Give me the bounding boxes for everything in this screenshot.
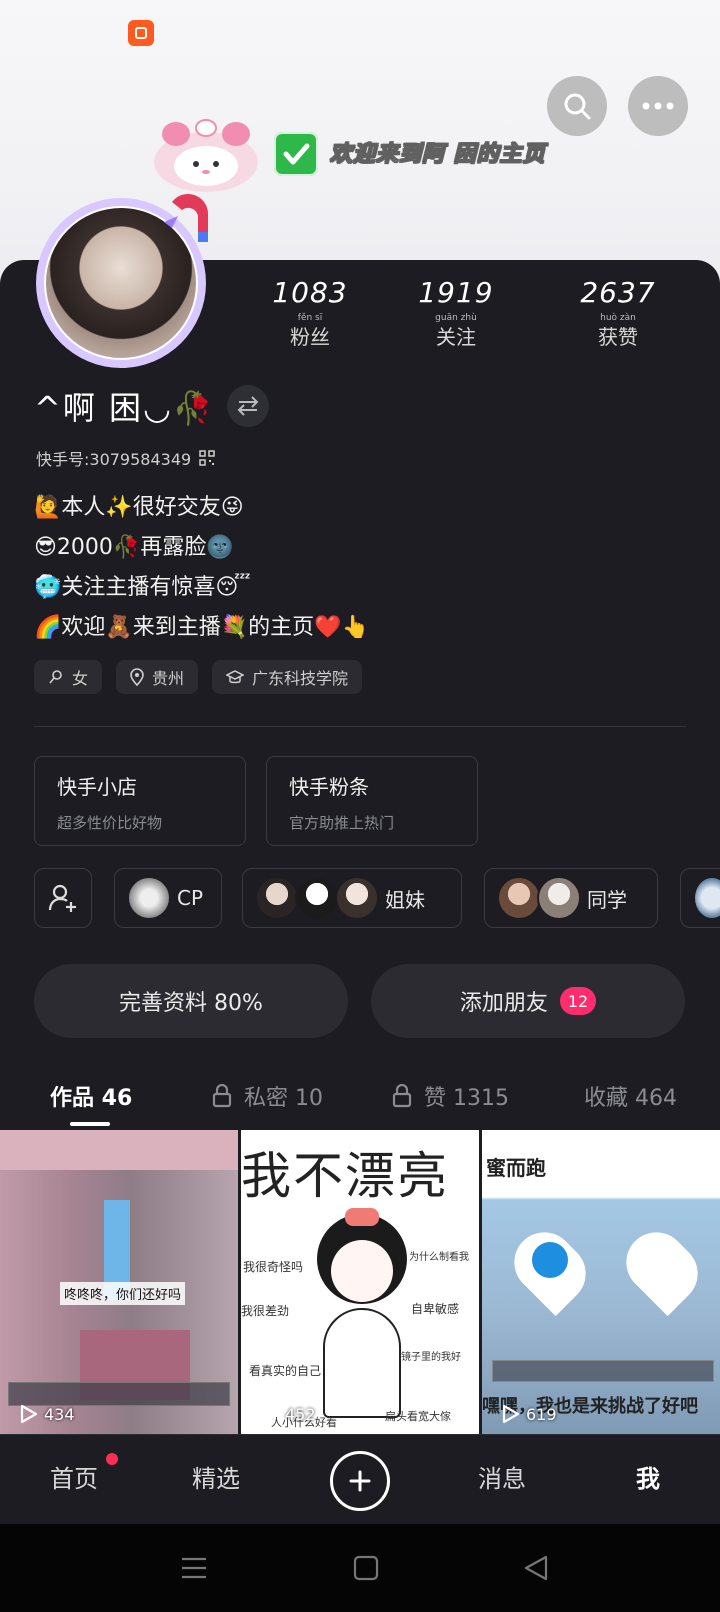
home-icon[interactable] [352,1554,380,1582]
user-id[interactable]: 快手号:3079584349 [36,446,215,470]
search-icon [564,93,591,120]
complete-profile-button[interactable]: 完善资料 80% [34,964,348,1038]
more-button[interactable] [628,76,688,136]
welcome-banner: 欢迎来到阿 困的主页 [146,114,566,194]
swap-icon [237,396,259,416]
tab-liked[interactable]: 赞 1315 [392,1080,509,1112]
play-count: 434 [20,1404,75,1424]
avatar [497,876,541,920]
play-count: 619 [502,1404,557,1424]
active-tab-indicator [70,1122,110,1126]
content-tabs: 作品 46 私密 10 赞 1315 收藏 464 [0,1070,720,1130]
username: ^啊 困◡🥀 [34,389,215,427]
play-icon [20,1404,38,1424]
nav-me[interactable]: 我 [608,1459,688,1494]
friend-request-badge: 12 [559,987,597,1015]
relations-row: CP 姐妹 同学 [34,868,720,928]
qr-code-icon [199,450,215,466]
video-grid: 咚咚咚，你们还好吗 434 我不漂亮 我很奇怪吗 为什么制看我 我很差劲 自卑敏… [0,1130,720,1434]
nav-featured[interactable]: 精选 [176,1459,256,1494]
video-title: 蜜而跑 [486,1156,546,1180]
tag-location[interactable]: 贵州 [116,660,199,694]
game-hotbar [492,1360,714,1382]
bio: 🙋本人✨很好交友😜 😎2000🥀再露脸🌚 🥶关注主播有惊喜😴 🌈欢迎🧸来到主播💐… [34,488,674,648]
video-tile[interactable]: 蜜而跑 嘿嘿，我也是来挑战了好吧 619 [482,1130,720,1434]
game-hotbar [8,1382,230,1406]
bunny-sticker-icon [154,119,258,192]
lock-icon [392,1084,412,1108]
play-icon [502,1404,520,1424]
kuaishou-promote-card[interactable]: 快手粉条 官方助推上热门 [266,756,478,846]
relation-cp[interactable]: CP [114,868,222,928]
graduation-cap-icon [226,670,245,684]
video-tile[interactable]: 我不漂亮 我很奇怪吗 为什么制看我 我很差劲 自卑敏感 看真实的自己 镜子里的我… [241,1130,479,1434]
magnet-sticker-icon [164,194,208,242]
add-person-icon [48,884,76,912]
avatar [693,876,720,920]
tab-works[interactable]: 作品 46 [50,1080,132,1112]
female-icon [49,670,62,684]
add-relation-button[interactable] [34,868,92,928]
lock-icon [212,1084,232,1108]
play-count: 452 [261,1404,316,1424]
stat-likes[interactable]: 2637 huò zàn 获赞 [558,276,678,350]
notification-dot [106,1453,118,1465]
avatar [537,876,581,920]
relation-sisters[interactable]: 姐妹 [242,868,462,928]
bio-line: 🙋本人✨很好交友😜 [34,495,244,520]
map-pin-icon [613,1219,711,1317]
add-friends-button[interactable]: 添加朋友 12 [371,964,685,1038]
video-caption: 我不漂亮 [241,1147,449,1205]
avatar [127,876,171,920]
nav-messages[interactable]: 消息 [462,1459,542,1494]
menu-icon[interactable] [180,1554,208,1582]
play-icon [261,1404,279,1424]
video-caption: 咚咚咚，你们还好吗 [60,1282,186,1305]
profile-tags: 女 贵州 广东科技学院 [34,660,363,694]
more-icon [642,102,674,110]
bottom-navigation: 首页 精选 消息 我 [0,1434,720,1524]
tag-school[interactable]: 广东科技学院 [212,660,363,694]
bio-line: 🥶关注主播有惊喜😴 [34,575,251,600]
checkmark-icon [274,132,318,176]
plus-icon [349,1470,371,1492]
bio-line: 😎2000🥀再露脸🌚 [34,535,234,560]
tag-gender[interactable]: 女 [34,660,103,694]
avatar[interactable] [30,192,216,378]
video-tile[interactable]: 咚咚咚，你们还好吗 434 [0,1130,238,1434]
kuaishou-shop-card[interactable]: 快手小店 超多性价比好物 [34,756,246,846]
username-row: ^啊 困◡🥀 [34,382,269,430]
relation-classmates[interactable]: 同学 [484,868,658,928]
nav-home[interactable]: 首页 [34,1459,114,1494]
system-navigation-bar [0,1524,720,1612]
stat-fans[interactable]: 1083 fěn sī 粉丝 [250,276,370,350]
location-pin-icon [130,668,144,686]
relation-more[interactable] [680,868,720,928]
tab-private[interactable]: 私密 10 [212,1080,323,1112]
map-pin-icon [532,1242,568,1278]
profile-page: 欢迎来到阿 困的主页 1083 fěn sī 粉丝 1919 guān zhù 关注… [0,0,720,1612]
avatar [295,876,339,920]
kuaishou-logo-icon [128,20,154,46]
stat-following[interactable]: 1919 guān zhù 关注 [396,276,516,350]
switch-account-button[interactable] [226,385,269,427]
avatar [255,876,299,920]
tab-favorites[interactable]: 收藏 464 [584,1080,677,1112]
divider [34,726,686,727]
create-button[interactable] [330,1451,390,1511]
bio-line: 🌈欢迎🧸来到主播💐的主页❤️👆 [34,615,369,640]
back-icon[interactable] [522,1554,550,1582]
avatar [335,876,379,920]
welcome-text: 欢迎来到阿 困的主页 [330,142,546,168]
